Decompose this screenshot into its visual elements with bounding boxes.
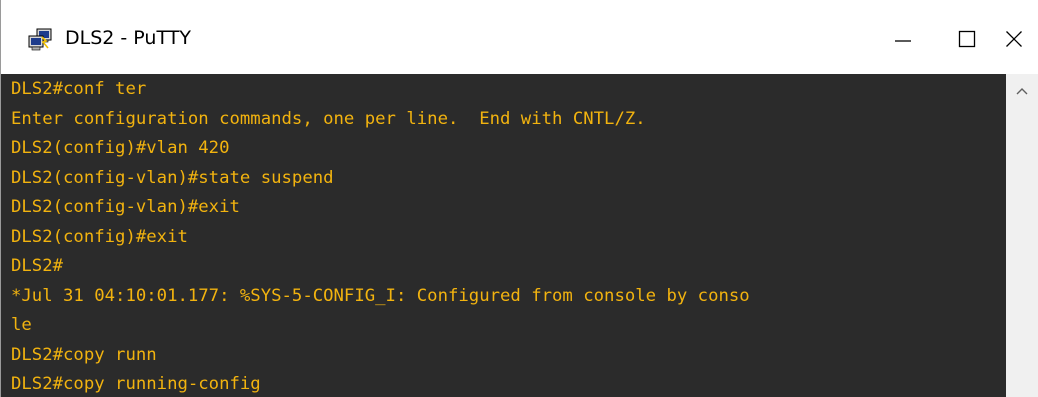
terminal-line: DLS2(config-vlan)#state suspend — [11, 168, 334, 188]
minimize-button[interactable] — [871, 12, 935, 66]
vertical-scrollbar[interactable] — [1006, 74, 1038, 397]
terminal-line: le — [11, 315, 32, 335]
terminal-line: *Jul 31 04:10:01.177: %SYS-5-CONFIG_I: C… — [11, 286, 750, 306]
terminal-line: DLS2(config)#vlan 420 — [11, 138, 230, 158]
terminal-output[interactable]: DLS2#conf ter Enter configuration comman… — [1, 74, 1006, 397]
minimize-icon — [895, 40, 911, 42]
terminal-line: DLS2(config)#exit — [11, 227, 188, 247]
terminal-line: DLS2(config-vlan)#exit — [11, 197, 240, 217]
terminal-line: DLS2#copy running-config — [11, 374, 261, 394]
maximize-icon — [958, 30, 976, 48]
terminal-line: DLS2# — [11, 256, 64, 276]
title-bar[interactable]: DLS2 - PuTTY — [1, 0, 1038, 74]
terminal-line: Enter configuration commands, one per li… — [11, 109, 646, 129]
close-button[interactable] — [989, 12, 1038, 66]
scroll-up-icon — [1016, 88, 1028, 95]
close-icon — [1006, 31, 1022, 47]
window-title: DLS2 - PuTTY — [65, 27, 191, 49]
putty-icon[interactable] — [27, 28, 55, 52]
scroll-up-button[interactable] — [1014, 84, 1030, 98]
terminal-line: DLS2#conf ter — [11, 79, 147, 99]
terminal-line: DLS2#copy runn — [11, 345, 157, 365]
